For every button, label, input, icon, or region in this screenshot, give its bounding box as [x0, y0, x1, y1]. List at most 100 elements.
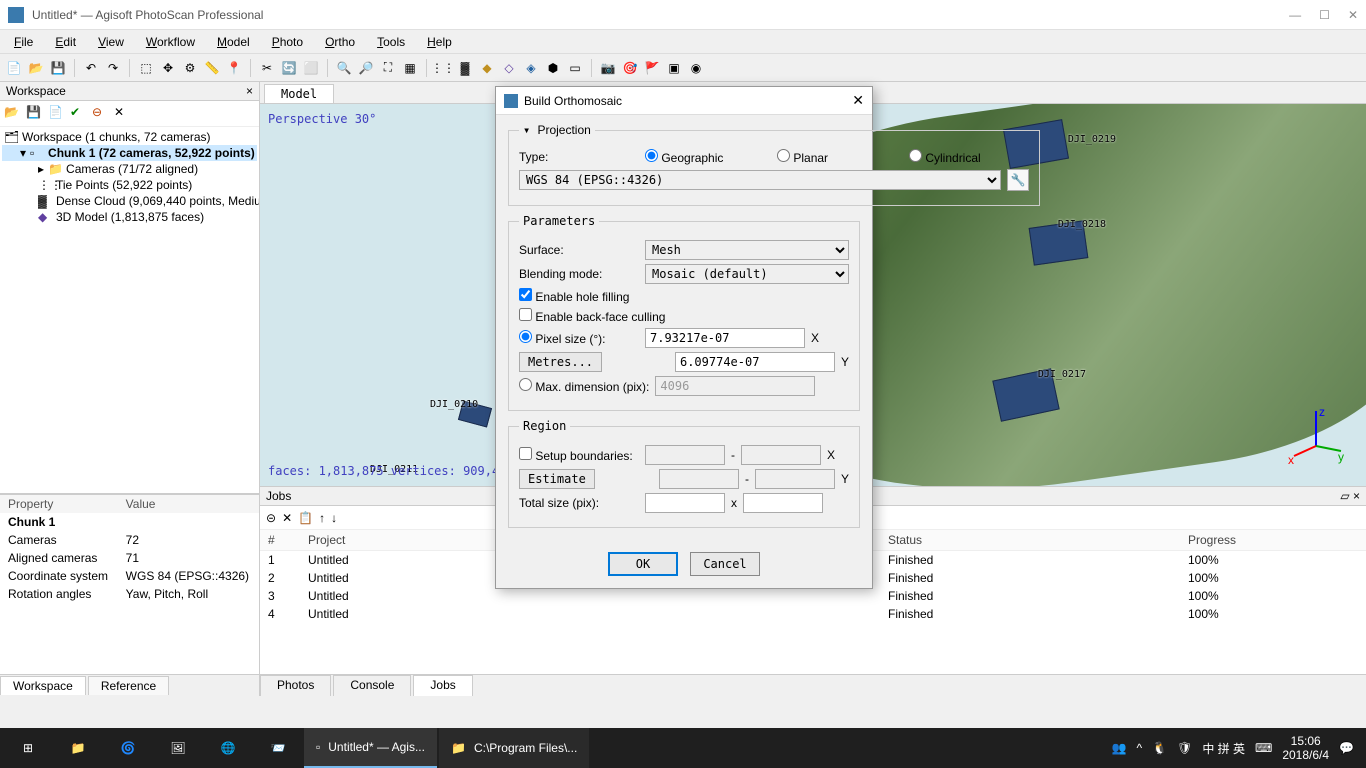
dem-icon[interactable]: ⬢ [543, 58, 563, 78]
nav-icon[interactable]: ✥ [158, 58, 178, 78]
jobs-copy-icon[interactable]: 📋 [298, 511, 313, 525]
tab-model[interactable]: Model [264, 84, 334, 103]
zoom-in-icon[interactable]: 🔍 [334, 58, 354, 78]
radio-geographic[interactable]: Geographic [645, 149, 765, 165]
total-x-input[interactable] [645, 493, 725, 513]
points-icon[interactable]: ⋮⋮ [433, 58, 453, 78]
jobs-col-num[interactable]: # [260, 530, 300, 551]
zoom-out-icon[interactable]: 🔎 [356, 58, 376, 78]
menu-edit[interactable]: Edit [45, 33, 86, 51]
app-pin-icon[interactable]: 🌀 [104, 728, 152, 768]
save-icon[interactable]: 💾 [48, 58, 68, 78]
rotate-icon[interactable]: 🔄 [279, 58, 299, 78]
ws-check-icon[interactable]: ✔ [70, 105, 88, 123]
jobs-row[interactable]: 3UntitledFinished100% [260, 587, 1366, 605]
jobs-down-icon[interactable]: ↓ [331, 511, 337, 525]
tray-keyboard-icon[interactable]: ⌨ [1255, 741, 1272, 755]
tiepoints-item[interactable]: Tie Points (52,922 points) [56, 178, 192, 192]
pixelsize-x-input[interactable] [645, 328, 805, 348]
total-y-input[interactable] [743, 493, 823, 513]
pixelsize-y-input[interactable] [675, 352, 835, 372]
jobs-pause-icon[interactable]: ⊝ [266, 511, 276, 525]
menu-photo[interactable]: Photo [262, 33, 313, 51]
ortho-icon[interactable]: ▭ [565, 58, 585, 78]
camera-icon[interactable]: 📷 [598, 58, 618, 78]
tab-reference[interactable]: Reference [88, 676, 169, 695]
task-explorer[interactable]: 📁C:\Program Files\... [439, 728, 589, 768]
chunk-item[interactable]: Chunk 1 (72 cameras, 52,922 points) [48, 146, 255, 160]
tray-qq-icon[interactable]: 🐧 [1152, 741, 1167, 755]
close-button[interactable]: ✕ [1348, 8, 1358, 22]
panel-close-icon[interactable]: × [246, 84, 253, 98]
jobs-remove-icon[interactable]: ✕ [282, 511, 292, 525]
crs-select[interactable]: WGS 84 (EPSG::4326) [519, 170, 1001, 190]
chrome-icon[interactable]: 🌐 [204, 728, 252, 768]
metres-button[interactable]: Metres... [519, 352, 602, 372]
ws-stop-icon[interactable]: ⊖ [92, 105, 110, 123]
flag-icon[interactable]: 🚩 [642, 58, 662, 78]
ws-delete-icon[interactable]: ✕ [114, 105, 132, 123]
start-button[interactable]: ⊞ [4, 728, 52, 768]
mesh-wire-icon[interactable]: ◇ [499, 58, 519, 78]
tray-notifications-icon[interactable]: 💬 [1339, 741, 1354, 755]
jobs-row[interactable]: 4UntitledFinished100% [260, 605, 1366, 623]
workspace-tree[interactable]: 🗂Workspace (1 chunks, 72 cameras) ▾▫Chun… [0, 127, 259, 493]
menu-tools[interactable]: Tools [367, 33, 415, 51]
menu-help[interactable]: Help [417, 33, 462, 51]
dialog-close-icon[interactable]: ✕ [852, 92, 864, 109]
tab-photos[interactable]: Photos [260, 675, 331, 696]
marker-icon[interactable]: 📍 [224, 58, 244, 78]
tray-ime[interactable]: 中 拼 英 [1202, 740, 1245, 757]
region-icon[interactable]: ▣ [664, 58, 684, 78]
surface-select[interactable]: Mesh [645, 240, 849, 260]
menu-view[interactable]: View [88, 33, 134, 51]
menu-ortho[interactable]: Ortho [315, 33, 365, 51]
tab-jobs[interactable]: Jobs [413, 675, 472, 696]
workspace-root[interactable]: Workspace (1 chunks, 72 cameras) [22, 130, 211, 144]
markers-icon[interactable]: 🎯 [620, 58, 640, 78]
ruler-icon[interactable]: 📏 [202, 58, 222, 78]
crs-browse-icon[interactable]: 🔧 [1007, 169, 1029, 191]
texture-icon[interactable]: ◈ [521, 58, 541, 78]
densecloud-item[interactable]: Dense Cloud (9,069,440 points, Medium qu… [56, 194, 259, 208]
jobs-close-icon[interactable]: × [1353, 489, 1360, 503]
tray-clock[interactable]: 15:06 2018/6/4 [1282, 734, 1329, 763]
radio-cylindrical[interactable]: Cylindrical [909, 149, 1029, 165]
radio-planar[interactable]: Planar [777, 149, 897, 165]
fit-icon[interactable]: ⛶ [378, 58, 398, 78]
tab-console[interactable]: Console [333, 675, 411, 696]
crop-icon[interactable]: ✂ [257, 58, 277, 78]
mesh-solid-icon[interactable]: ◆ [477, 58, 497, 78]
blend-select[interactable]: Mosaic (default) [645, 264, 849, 284]
trackball-icon[interactable]: ◉ [686, 58, 706, 78]
tray-shield-icon[interactable]: 🛡 [1177, 741, 1192, 755]
tray-people-icon[interactable]: 👥 [1112, 741, 1127, 755]
grid-icon[interactable]: ▦ [400, 58, 420, 78]
jobs-col-status[interactable]: Status [880, 530, 1180, 551]
ws-save-icon[interactable]: 💾 [26, 105, 44, 123]
jobs-col-progress[interactable]: Progress [1180, 530, 1366, 551]
ws-open-icon[interactable]: 📂 [4, 105, 22, 123]
open-icon[interactable]: 📂 [26, 58, 46, 78]
minimize-button[interactable]: — [1289, 8, 1301, 22]
cameras-item[interactable]: Cameras (71/72 aligned) [66, 162, 198, 176]
app-pin-icon[interactable]: 📨 [254, 728, 302, 768]
menu-file[interactable]: File [4, 33, 43, 51]
tray-chevron-icon[interactable]: ^ [1137, 741, 1143, 755]
menu-model[interactable]: Model [207, 33, 260, 51]
dense-icon[interactable]: ▓ [455, 58, 475, 78]
jobs-up-icon[interactable]: ↑ [319, 511, 325, 525]
ok-button[interactable]: OK [608, 552, 678, 576]
jobs-undock-icon[interactable]: ▱ [1340, 489, 1349, 503]
radio-pixelsize[interactable]: Pixel size (°): [519, 330, 639, 346]
estimate-button[interactable]: Estimate [519, 469, 595, 489]
menu-workflow[interactable]: Workflow [136, 33, 205, 51]
new-icon[interactable]: 📄 [4, 58, 24, 78]
resize-icon[interactable]: ⬜ [301, 58, 321, 78]
holefill-checkbox[interactable]: Enable hole filling [519, 288, 639, 304]
select-icon[interactable]: ⬚ [136, 58, 156, 78]
model3d-item[interactable]: 3D Model (1,813,875 faces) [56, 210, 204, 224]
app-pin-icon[interactable]: 🖼 [154, 728, 202, 768]
radio-maxdim[interactable]: Max. dimension (pix): [519, 378, 649, 394]
tab-workspace[interactable]: Workspace [0, 676, 86, 695]
